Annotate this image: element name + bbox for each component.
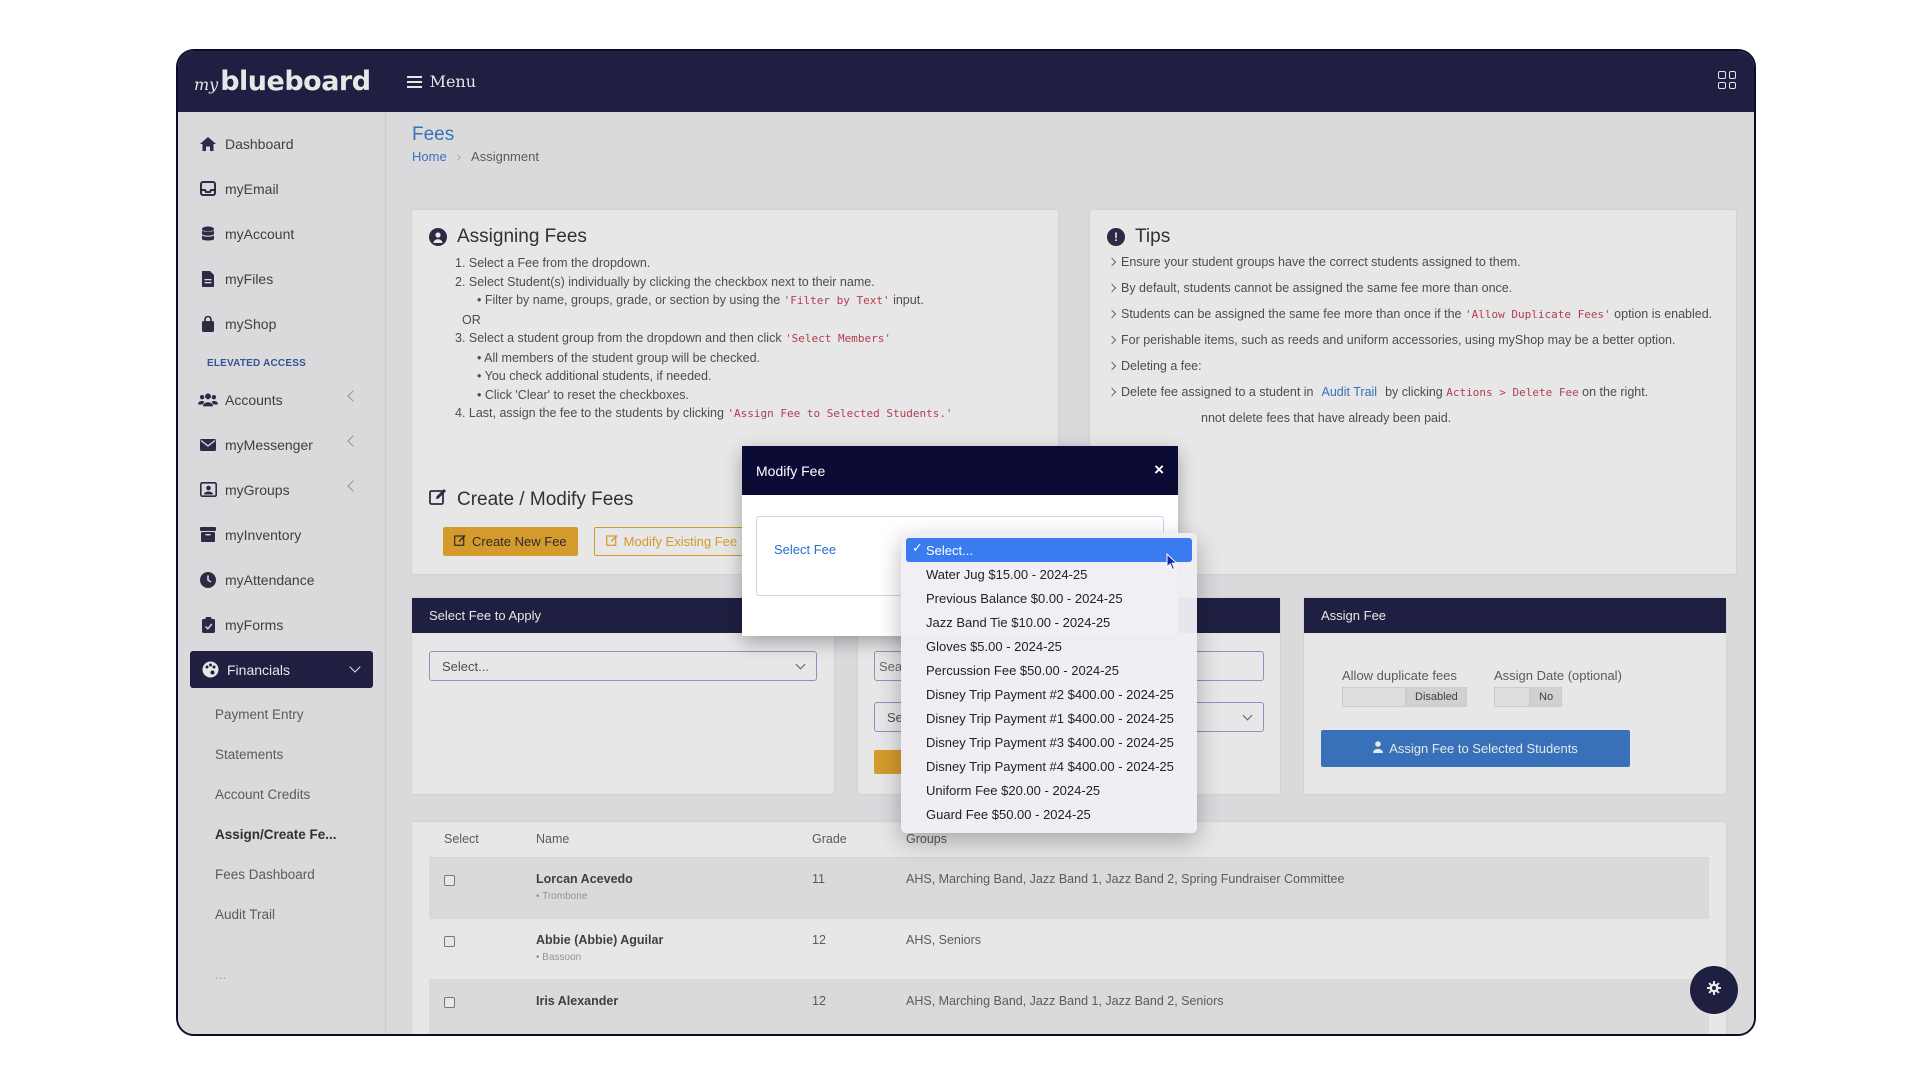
dropdown-option-label: Select... [926, 542, 973, 558]
fee-dropdown-list: ✓ Select... Water Jug $15.00 - 2024-25 P… [901, 533, 1197, 833]
close-icon[interactable]: × [1154, 460, 1164, 480]
dropdown-option[interactable]: Guard Fee $50.00 - 2024-25 [901, 802, 1197, 826]
dropdown-option[interactable]: Disney Trip Payment #2 $400.00 - 2024-25 [901, 682, 1197, 706]
mouse-pointer-icon [1166, 552, 1178, 576]
modal-title: Modify Fee [756, 462, 826, 479]
dropdown-option[interactable]: Gloves $5.00 - 2024-25 [901, 634, 1197, 658]
modal-header: Modify Fee × [742, 446, 1178, 495]
checkmark-icon: ✓ [912, 540, 923, 555]
dropdown-option[interactable]: Disney Trip Payment #1 $400.00 - 2024-25 [901, 706, 1197, 730]
dropdown-option[interactable]: Uniform Fee $20.00 - 2024-25 [901, 778, 1197, 802]
dropdown-option-selected[interactable]: ✓ Select... [906, 538, 1192, 562]
dropdown-option[interactable]: Percussion Fee $50.00 - 2024-25 [901, 658, 1197, 682]
dropdown-option[interactable]: Disney Trip Payment #4 $400.00 - 2024-25 [901, 754, 1197, 778]
select-fee-label: Select Fee [774, 542, 837, 557]
dropdown-option[interactable]: Water Jug $15.00 - 2024-25 [901, 562, 1197, 586]
dropdown-option[interactable]: Disney Trip Payment #3 $400.00 - 2024-25 [901, 730, 1197, 754]
dropdown-option[interactable]: Jazz Band Tie $10.00 - 2024-25 [901, 610, 1197, 634]
dropdown-option[interactable]: Previous Balance $0.00 - 2024-25 [901, 586, 1197, 610]
